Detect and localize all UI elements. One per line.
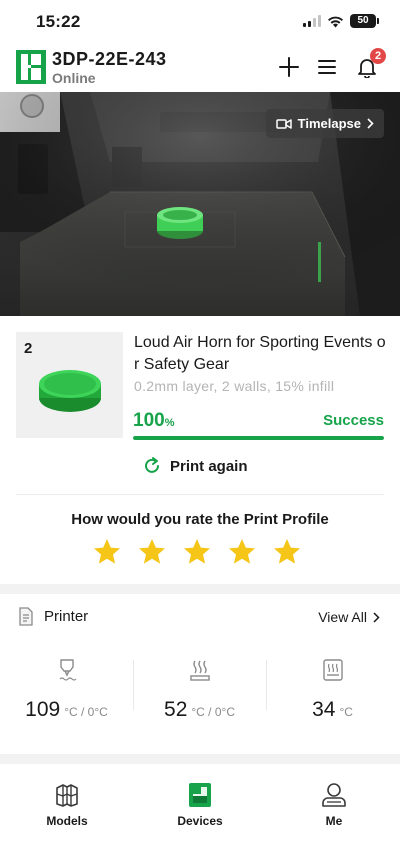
rating-star-5[interactable] <box>272 537 302 567</box>
devices-icon <box>189 783 211 807</box>
camera-feed[interactable]: Timelapse <box>0 92 400 316</box>
nozzle-icon <box>59 659 76 681</box>
models-icon <box>56 784 78 807</box>
nozzle-temp-current: 109 <box>25 698 61 721</box>
view-all-link[interactable]: View All <box>318 609 380 625</box>
rating-star-1[interactable] <box>92 537 122 567</box>
status-time: 15:22 <box>36 12 81 31</box>
device-name[interactable]: 3DP-22E-243 <box>52 49 167 70</box>
model-thumbnail[interactable]: 2 <box>16 332 123 438</box>
rating-title: How would you rate the Print Profile <box>71 511 329 528</box>
bed-temp-unit: °C / 0°C <box>191 705 235 719</box>
status-icons: 50 <box>303 14 379 28</box>
progress-bar <box>133 436 384 440</box>
bed-temp-current: 52 <box>164 698 188 721</box>
nav-me-label: Me <box>325 814 343 828</box>
device-status: Online <box>52 70 96 86</box>
add-icon <box>279 57 299 77</box>
menu-button[interactable] <box>314 54 340 80</box>
chamber-temp-current: 34 <box>312 698 336 721</box>
model-preview-image <box>39 370 101 412</box>
status-bar: 15:22 50 <box>0 0 400 44</box>
app-header: 3DP-22E-243 Online 2 <box>0 44 400 92</box>
rating-star-2[interactable] <box>137 537 167 567</box>
progress-percent: 100% <box>133 410 174 432</box>
chamber-icon <box>322 659 343 681</box>
notifications-button[interactable]: 2 <box>354 48 386 80</box>
chamber-temp-unit: °C <box>339 705 353 719</box>
rating-stars[interactable] <box>92 537 302 567</box>
view-all-label: View All <box>318 609 367 625</box>
menu-icon <box>318 60 336 74</box>
progress-bar-fill <box>133 436 384 440</box>
divider <box>16 494 384 495</box>
bed-temp-value: 52 °C / 0°C <box>133 698 266 722</box>
printer-title: Printer <box>44 608 89 625</box>
add-button[interactable] <box>276 54 302 80</box>
print-again-button[interactable]: Print again <box>142 456 248 476</box>
nozzle-temp-value: 109 °C / 0°C <box>0 698 133 722</box>
heatbed-icon <box>189 660 210 681</box>
chevron-right-icon <box>367 118 374 129</box>
chamber-temp-value: 34 °C <box>266 698 399 722</box>
chevron-right-icon <box>373 611 380 623</box>
model-name[interactable]: Loud Air Horn for Sporting Events or Saf… <box>134 332 388 376</box>
battery-icon: 50 <box>350 14 379 28</box>
timelapse-button[interactable]: Timelapse <box>265 109 384 138</box>
notification-count-badge: 2 <box>370 48 386 64</box>
section-separator <box>0 754 400 764</box>
nav-models-label: Models <box>46 814 88 828</box>
cellular-signal-icon <box>303 15 321 27</box>
rating-star-3[interactable] <box>182 537 212 567</box>
nozzle-temp-unit: °C / 0°C <box>64 705 108 719</box>
video-camera-icon <box>275 118 292 129</box>
profile-icon <box>322 783 346 807</box>
nav-devices-label: Devices <box>177 814 223 828</box>
chamber-temp[interactable]: 34 °C <box>266 656 399 736</box>
nav-devices[interactable]: Devices <box>150 782 250 828</box>
printer-section-header: Printer View All <box>0 597 400 637</box>
nozzle-temp[interactable]: 109 °C / 0°C <box>0 656 133 736</box>
print-status: Success <box>323 412 384 429</box>
print-settings: 0.2mm layer, 2 walls, 15% infill <box>134 378 335 394</box>
document-icon <box>19 607 33 626</box>
timelapse-label: Timelapse <box>297 116 361 131</box>
nav-me[interactable]: Me <box>284 782 384 828</box>
bottom-nav: Models Devices Me <box>0 770 400 865</box>
wifi-icon <box>328 16 343 27</box>
reprint-icon <box>145 457 159 473</box>
bed-temp[interactable]: 52 °C / 0°C <box>133 656 266 736</box>
section-separator <box>0 584 400 594</box>
progress-unit: % <box>164 417 175 429</box>
print-again-label: Print again <box>170 457 248 475</box>
progress-value: 100 <box>133 410 165 431</box>
brand-logo-icon <box>16 50 46 84</box>
nav-models[interactable]: Models <box>17 782 117 828</box>
rating-star-4[interactable] <box>227 537 257 567</box>
